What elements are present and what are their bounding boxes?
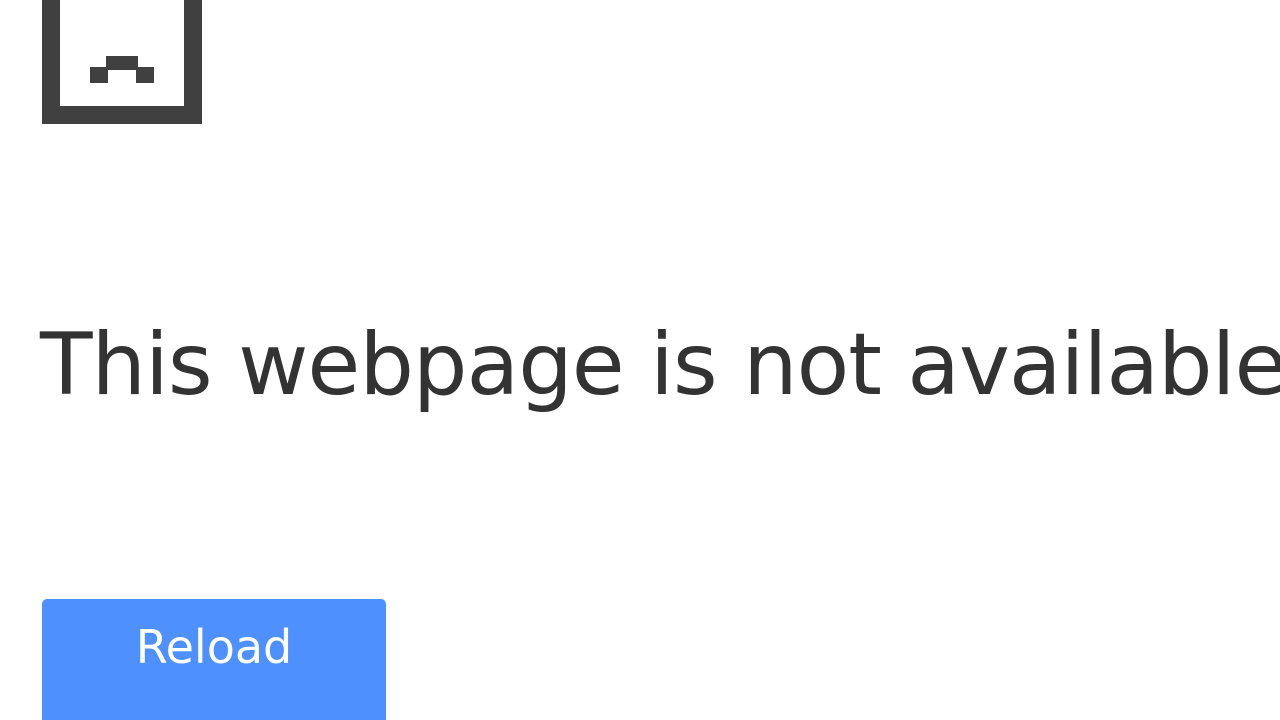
sad-page-icon xyxy=(42,0,202,124)
reload-button[interactable]: Reload xyxy=(42,599,386,720)
error-title: This webpage is not available xyxy=(40,315,1280,415)
error-page: This webpage is not available Reload xyxy=(0,0,1280,720)
